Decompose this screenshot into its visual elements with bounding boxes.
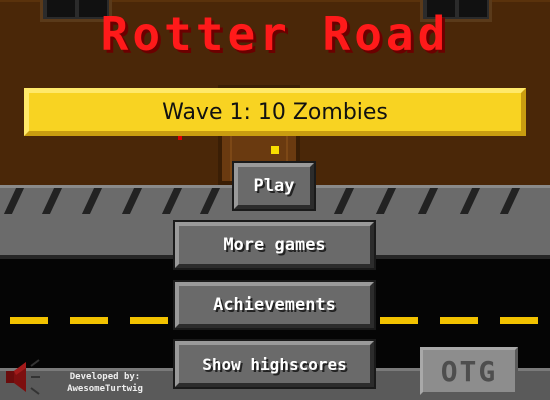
lane-marking <box>130 317 168 324</box>
lane-marking <box>10 317 48 324</box>
lane-marking <box>440 317 478 324</box>
lane-marking <box>70 317 108 324</box>
achievements-button[interactable]: Achievements <box>173 280 376 330</box>
lane-marking <box>380 317 418 324</box>
speaker-muted-icon[interactable] <box>4 358 42 396</box>
otg-sponsor-logo[interactable]: OTG <box>420 347 518 395</box>
developed-by-label: Developed by: <box>69 372 141 382</box>
developer-credit[interactable]: Developed by: AwesomeTurtwig <box>50 371 160 395</box>
developer-name: AwesomeTurtwig <box>67 384 143 394</box>
play-button[interactable]: Play <box>232 161 316 211</box>
wave-banner: Wave 1: 10 Zombies <box>24 88 526 136</box>
show-highscores-button[interactable]: Show highscores <box>173 339 376 389</box>
door-light <box>271 146 279 154</box>
game-screen: Rotter Road Wave 1: 10 Zombies Play More… <box>0 0 550 400</box>
more-games-button[interactable]: More games <box>173 220 376 270</box>
lane-marking <box>500 317 538 324</box>
game-title: Rotter Road <box>100 7 450 61</box>
blood-spot <box>178 136 182 140</box>
wave-banner-text: Wave 1: 10 Zombies <box>162 99 388 125</box>
